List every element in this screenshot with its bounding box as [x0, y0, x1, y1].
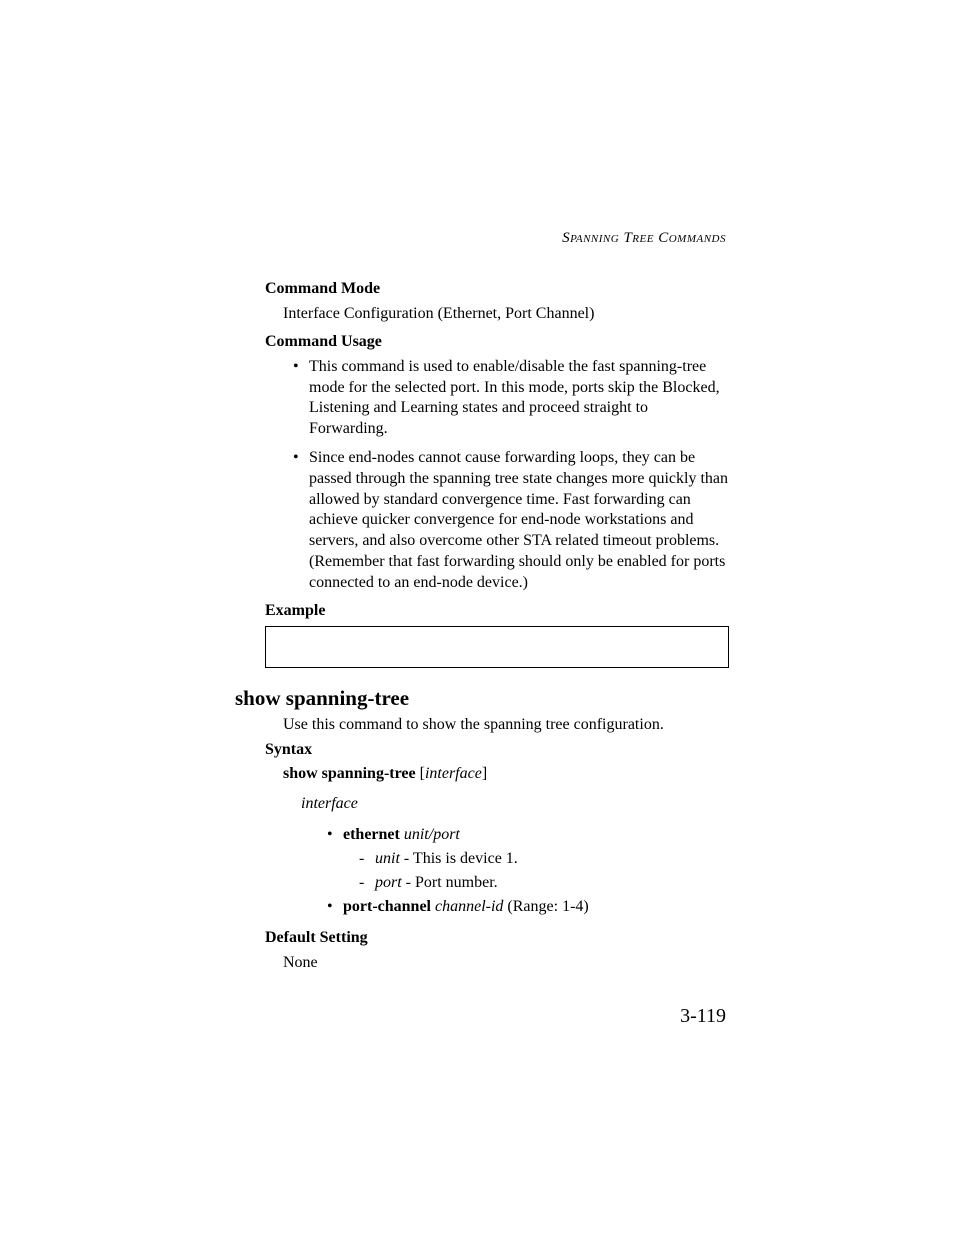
command-usage-item: Since end-nodes cannot cause forwarding … [297, 448, 729, 594]
command-description: Use this command to show the spanning tr… [283, 715, 729, 736]
syntax-heading: Syntax [265, 741, 729, 759]
port-channel-italic: channel-id [435, 898, 503, 915]
syntax-block: show spanning-tree [interface] interface… [283, 765, 729, 919]
command-mode-heading: Command Mode [265, 280, 729, 298]
syntax-interface-label: interface [301, 795, 729, 813]
ethernet-sublist: unit - This is device 1. port - Port num… [365, 847, 729, 895]
syntax-command: show spanning-tree [interface] [283, 765, 729, 783]
syntax-ethernet: ethernet unit/port unit - This is device… [331, 823, 729, 895]
command-usage-heading: Command Usage [265, 333, 729, 351]
default-setting-text: None [283, 953, 729, 974]
example-code-box [265, 626, 729, 668]
syntax-cmd-italic: interface [425, 765, 482, 782]
port-text: - Port number. [402, 874, 498, 891]
syntax-cmd-bold: show spanning-tree [283, 765, 416, 782]
main-content: Command Mode Interface Configuration (Et… [265, 280, 729, 974]
port-italic: port [375, 874, 402, 891]
default-setting-heading: Default Setting [265, 929, 729, 947]
ethernet-italic: unit/port [404, 826, 460, 843]
command-title: show spanning-tree [235, 686, 729, 711]
unit-desc: unit - This is device 1. [365, 847, 729, 871]
ethernet-bold: ethernet [343, 826, 400, 843]
example-heading: Example [265, 602, 729, 620]
page-number: 3-119 [680, 1005, 726, 1028]
port-channel-bold: port-channel [343, 898, 431, 915]
page-header: Spanning Tree Commands [562, 230, 726, 247]
unit-italic: unit [375, 850, 400, 867]
port-channel-text: (Range: 1-4) [503, 898, 588, 915]
port-desc: port - Port number. [365, 871, 729, 895]
syntax-interface-list: ethernet unit/port unit - This is device… [331, 823, 729, 919]
command-mode-text: Interface Configuration (Ethernet, Port … [283, 304, 729, 325]
command-usage-list: This command is used to enable/disable t… [297, 357, 729, 594]
command-usage-item: This command is used to enable/disable t… [297, 357, 729, 440]
syntax-port-channel: port-channel channel-id (Range: 1-4) [331, 895, 729, 919]
syntax-cmd-bracket-close: ] [482, 765, 487, 782]
syntax-cmd-bracket-open: [ [416, 765, 425, 782]
unit-text: - This is device 1. [400, 850, 518, 867]
